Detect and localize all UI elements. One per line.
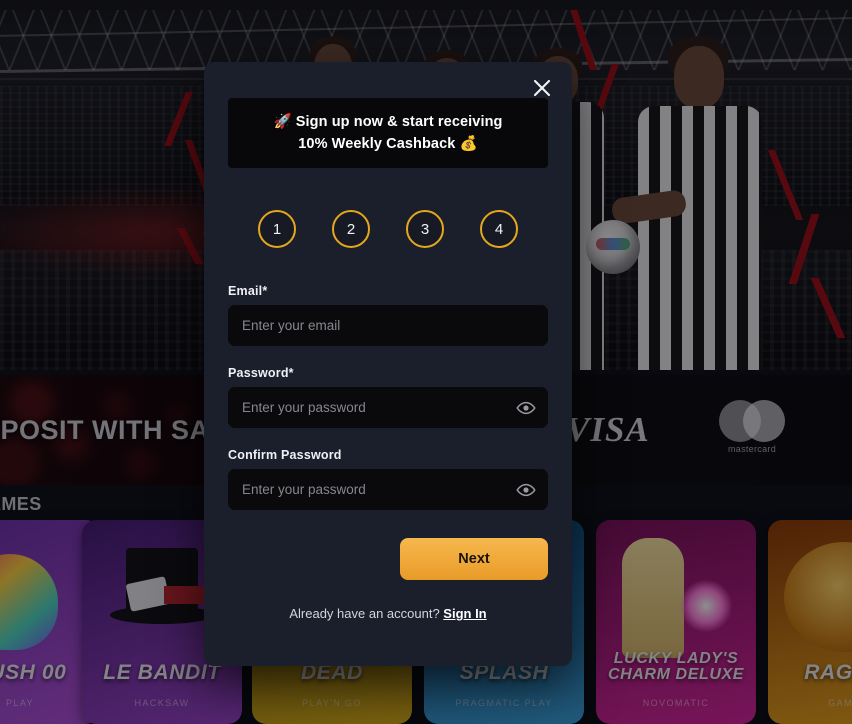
step-4[interactable]: 4 (480, 210, 518, 248)
signin-link[interactable]: Sign In (443, 606, 486, 621)
email-label: Email* (228, 284, 268, 298)
signin-prompt-row: Already have an account? Sign In (204, 606, 572, 621)
eye-icon[interactable] (516, 398, 536, 418)
password-input[interactable] (228, 387, 548, 428)
eye-icon[interactable] (516, 480, 536, 500)
rocket-icon: 🚀 (273, 113, 292, 130)
email-input[interactable] (228, 305, 548, 346)
step-label: 3 (420, 220, 430, 238)
step-3[interactable]: 3 (406, 210, 444, 248)
step-2[interactable]: 2 (332, 210, 370, 248)
promo-text: 🚀 Sign up now & start receiving 10% Week… (273, 111, 502, 156)
step-label: 2 (346, 220, 356, 238)
email-field-group: Email* (228, 284, 548, 346)
required-marker: * (262, 284, 268, 298)
signup-modal: 🚀 Sign up now & start receiving 10% Week… (204, 62, 572, 666)
password-label: Password* (228, 366, 294, 380)
step-label: 1 (272, 220, 282, 238)
promo-line-2: 10% Weekly Cashback (298, 136, 456, 152)
password-field-group: Password* (228, 366, 548, 428)
confirm-password-input[interactable] (228, 469, 548, 510)
next-button[interactable]: Next (400, 538, 548, 580)
step-label: 4 (494, 220, 504, 238)
step-indicator: 1 2 3 4 (228, 210, 548, 248)
money-bag-icon: 💰 (459, 136, 478, 152)
promo-line-1: Sign up now & start receiving (295, 113, 503, 130)
promo-banner: 🚀 Sign up now & start receiving 10% Week… (228, 98, 548, 168)
confirm-password-label: Confirm Password (228, 448, 342, 462)
confirm-password-field-group: Confirm Password (228, 448, 548, 510)
required-marker: * (288, 366, 294, 380)
step-1[interactable]: 1 (258, 210, 296, 248)
signin-prompt-text: Already have an account? (289, 606, 440, 621)
